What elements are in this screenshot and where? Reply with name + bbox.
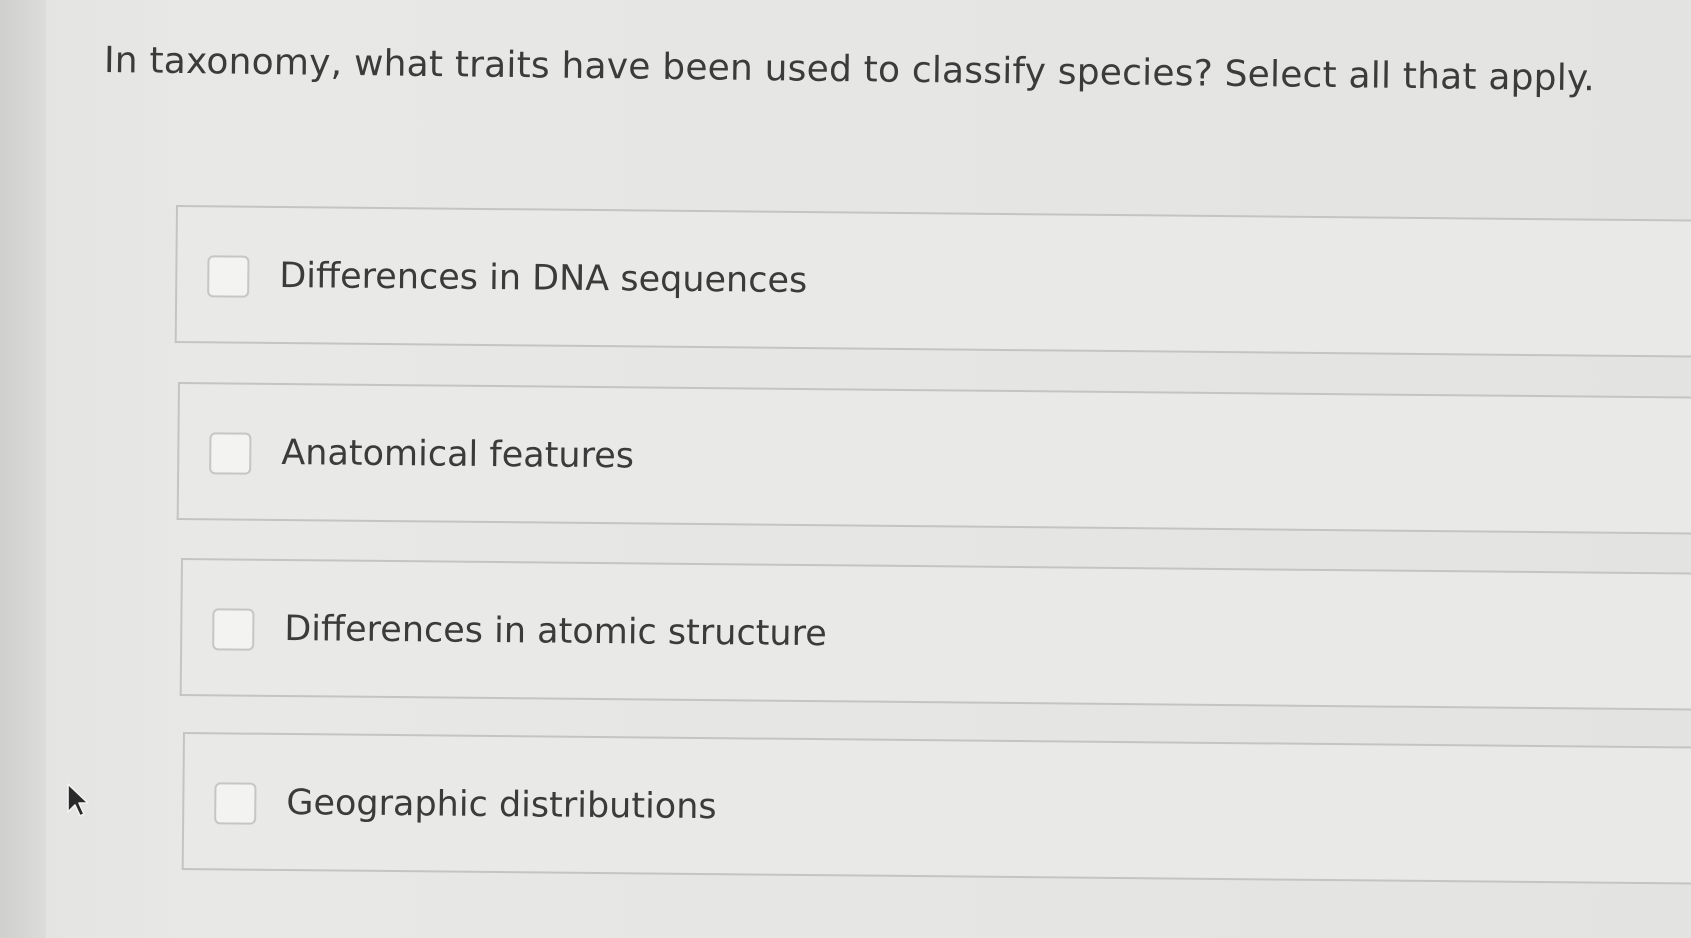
option-label: Anatomical features <box>281 432 635 477</box>
answer-options: Differences in DNA sequences Anatomical … <box>0 0 1691 938</box>
option-label: Differences in atomic structure <box>284 608 827 655</box>
option-label: Geographic distributions <box>286 782 717 828</box>
checkbox[interactable] <box>209 432 252 475</box>
checkbox[interactable] <box>214 782 257 825</box>
option-dna-sequences[interactable]: Differences in DNA sequences <box>174 205 1691 358</box>
option-anatomical-features[interactable]: Anatomical features <box>176 382 1691 535</box>
option-label: Differences in DNA sequences <box>279 255 808 302</box>
mouse-pointer-icon <box>67 783 89 817</box>
option-geographic-distributions[interactable]: Geographic distributions <box>181 732 1691 885</box>
quiz-screen: In taxonomy, what traits have been used … <box>0 0 1691 938</box>
checkbox[interactable] <box>212 608 255 651</box>
option-atomic-structure[interactable]: Differences in atomic structure <box>179 558 1691 711</box>
checkbox[interactable] <box>207 255 250 298</box>
